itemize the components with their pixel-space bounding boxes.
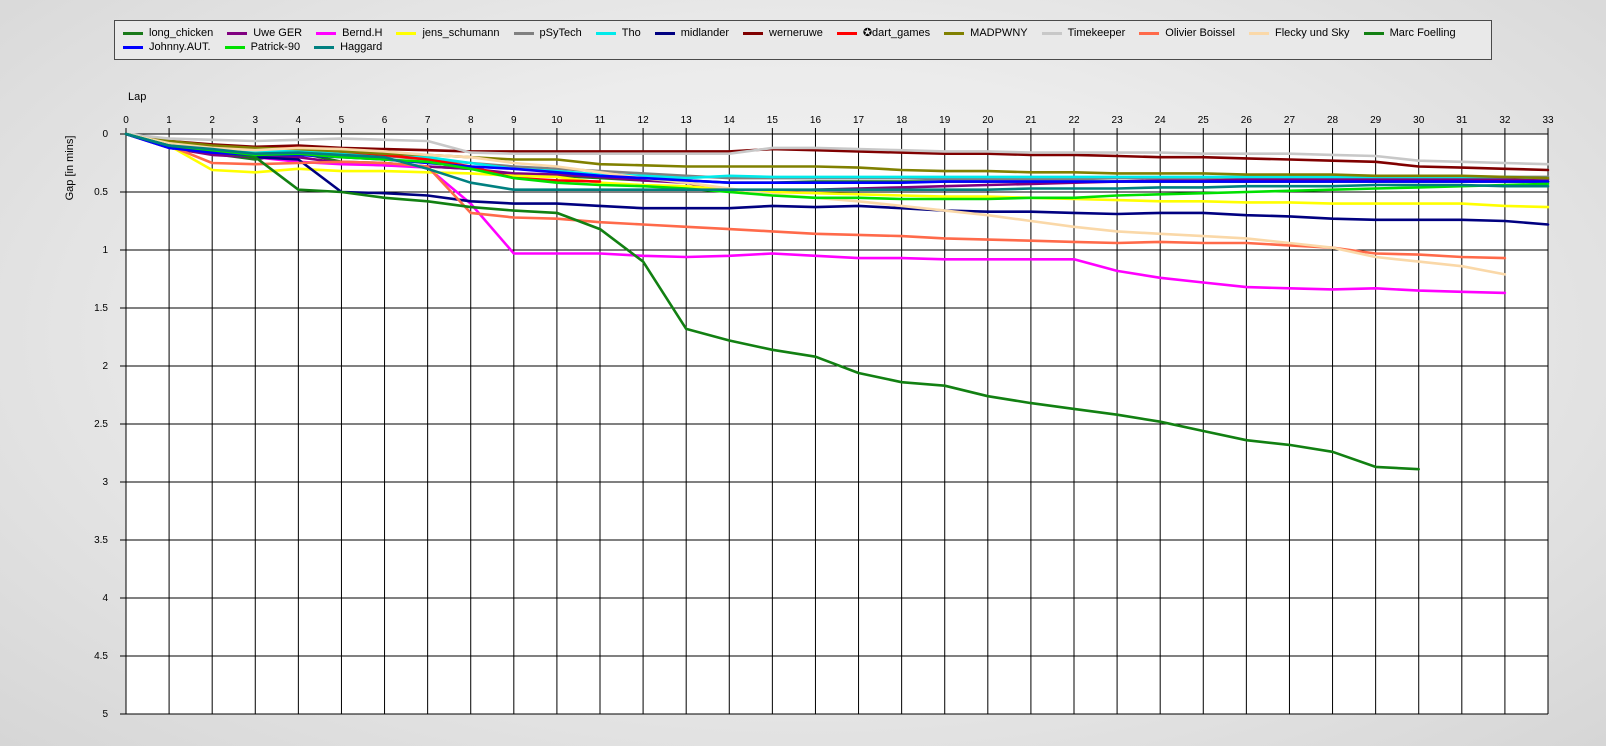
x-tick-label: 12 — [638, 115, 650, 126]
y-tick-label: 3 — [102, 477, 108, 488]
x-tick-label: 28 — [1327, 115, 1339, 126]
x-tick-label: 1 — [166, 115, 172, 126]
x-tick-label: 15 — [767, 115, 779, 126]
x-tick-label: 2 — [209, 115, 215, 126]
y-tick-label: 5 — [102, 709, 108, 720]
x-tick-label: 0 — [123, 115, 129, 126]
x-tick-label: 4 — [296, 115, 302, 126]
x-tick-label: 19 — [939, 115, 951, 126]
x-tick-label: 22 — [1068, 115, 1080, 126]
x-tick-label: 21 — [1025, 115, 1037, 126]
x-tick-label: 25 — [1198, 115, 1210, 126]
x-tick-label: 6 — [382, 115, 388, 126]
x-tick-label: 14 — [724, 115, 736, 126]
y-axis-label: Gap [in mins] — [64, 136, 76, 201]
x-tick-label: 5 — [339, 115, 345, 126]
x-tick-label: 16 — [810, 115, 822, 126]
x-tick-label: 24 — [1155, 115, 1167, 126]
x-tick-label: 30 — [1413, 115, 1425, 126]
x-tick-label: 18 — [896, 115, 908, 126]
y-tick-label: 1 — [102, 245, 108, 256]
y-tick-label: 4.5 — [94, 651, 108, 662]
x-tick-label: 27 — [1284, 115, 1296, 126]
x-tick-label: 9 — [511, 115, 517, 126]
x-tick-label: 8 — [468, 115, 474, 126]
y-tick-label: 1.5 — [94, 303, 108, 314]
x-axis-label: Lap — [128, 91, 146, 103]
x-tick-label: 3 — [252, 115, 258, 126]
y-tick-label: 0 — [102, 129, 108, 140]
x-tick-label: 31 — [1456, 115, 1468, 126]
x-tick-label: 29 — [1370, 115, 1382, 126]
y-tick-label: 2.5 — [94, 419, 108, 430]
x-tick-label: 11 — [595, 115, 606, 126]
y-tick-label: 0.5 — [94, 187, 108, 198]
x-tick-label: 32 — [1499, 115, 1511, 126]
line-chart: 0 1 2 3 4 5 6 7 8 9 10 11 12 13 14 15 16 17 18 19 20 21 22 23 24… — [64, 91, 1554, 720]
x-tick-label: 13 — [681, 115, 693, 126]
y-tick-label: 3.5 — [94, 535, 108, 546]
x-tick-label: 20 — [982, 115, 994, 126]
x-tick-label: 33 — [1542, 115, 1554, 126]
y-tick-label: 2 — [102, 361, 108, 372]
x-tick-label: 10 — [551, 115, 563, 126]
x-tick-label: 23 — [1112, 115, 1124, 126]
x-tick-label: 26 — [1241, 115, 1253, 126]
y-tick-label: 4 — [102, 593, 108, 604]
x-tick-label: 17 — [853, 115, 865, 126]
x-tick-label: 7 — [425, 115, 431, 126]
